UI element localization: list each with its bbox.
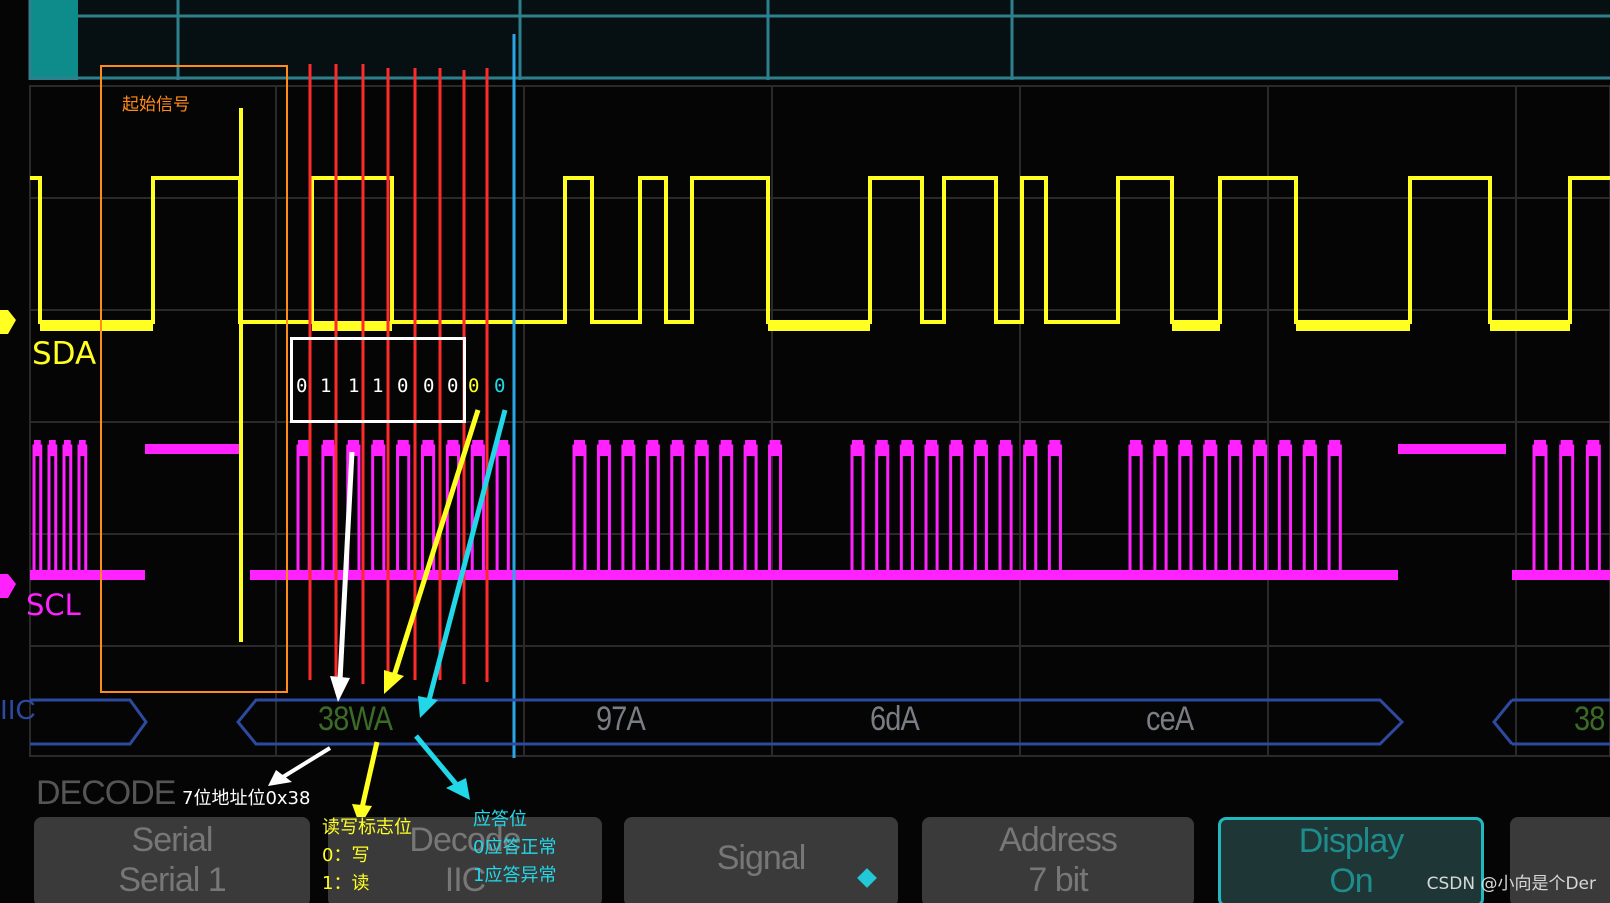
watermark: CSDN @小向是个Der (1426, 874, 1596, 894)
bit-value: 0 (447, 375, 459, 397)
ack-annotation: 应答位 0应答正常 1应答异常 (473, 806, 556, 890)
decoded-value: 38 (1574, 700, 1605, 738)
address-annotation: 7位地址位0x38 (182, 788, 311, 809)
sda-channel-marker[interactable] (0, 310, 16, 334)
ack-title: 应答位 (473, 809, 527, 830)
decoded-value: 6dA (870, 700, 920, 738)
decode-bus (30, 698, 1610, 746)
rw-flag-title: 读写标志位 (322, 817, 412, 838)
scl-channel-label: SCL (26, 588, 81, 622)
ack-normal: 0应答正常 (473, 837, 557, 858)
start-signal-label: 起始信号 (122, 95, 190, 115)
serial-softkey[interactable]: Serial Serial 1 (34, 817, 310, 903)
scl-channel-marker[interactable] (0, 574, 16, 598)
oscilloscope-screen: SDA SCL IIC 起始信号 0 1 1 1 0 0 0 0 0 38WA … (0, 0, 1610, 903)
address-softkey[interactable]: Address 7 bit (922, 817, 1194, 903)
signal-softkey[interactable]: Signal (624, 817, 898, 903)
bit-value: 1 (320, 375, 332, 397)
softkey-label: Signal (716, 839, 807, 877)
waveform-display (0, 0, 1610, 826)
ack-bit-value: 0 (494, 375, 506, 397)
bit-value: 0 (296, 375, 308, 397)
rw-flag-write: 0：写 (322, 845, 370, 866)
softkey-label: Serial (131, 821, 214, 859)
decoded-value: 97A (596, 700, 646, 738)
bus-channel-label: IIC (0, 694, 36, 725)
rw-bit-value: 0 (468, 375, 480, 397)
main-grid (29, 85, 1610, 757)
scl-clock-pulses (32, 444, 1601, 575)
scl-pulse-tops (34, 440, 1600, 456)
decoded-value: ceA (1146, 700, 1194, 738)
bit-value: 0 (423, 375, 435, 397)
scl-trace (30, 444, 1610, 580)
top-info-bar (30, 0, 1610, 80)
decoded-value: 38WA (318, 700, 393, 738)
bit-value: 1 (348, 375, 360, 397)
rw-flag-read: 1：读 (322, 873, 370, 894)
softkey-value: 7 bit (1028, 861, 1088, 899)
softkey-value: Serial 1 (118, 861, 226, 899)
sda-trace (30, 176, 1610, 324)
top-info-marker (30, 0, 78, 80)
decode-menu-title: DECODE (36, 774, 176, 812)
sda-channel-label: SDA (32, 336, 97, 372)
bit-value: 0 (397, 375, 409, 397)
bit-value: 1 (372, 375, 384, 397)
softkey-label: Address (999, 821, 1118, 859)
softkey-label: Display (1298, 822, 1404, 860)
start-signal-box (100, 65, 288, 693)
rw-flag-annotation: 读写标志位 0：写 1：读 (322, 814, 412, 898)
ack-abnormal: 1应答异常 (473, 865, 557, 886)
